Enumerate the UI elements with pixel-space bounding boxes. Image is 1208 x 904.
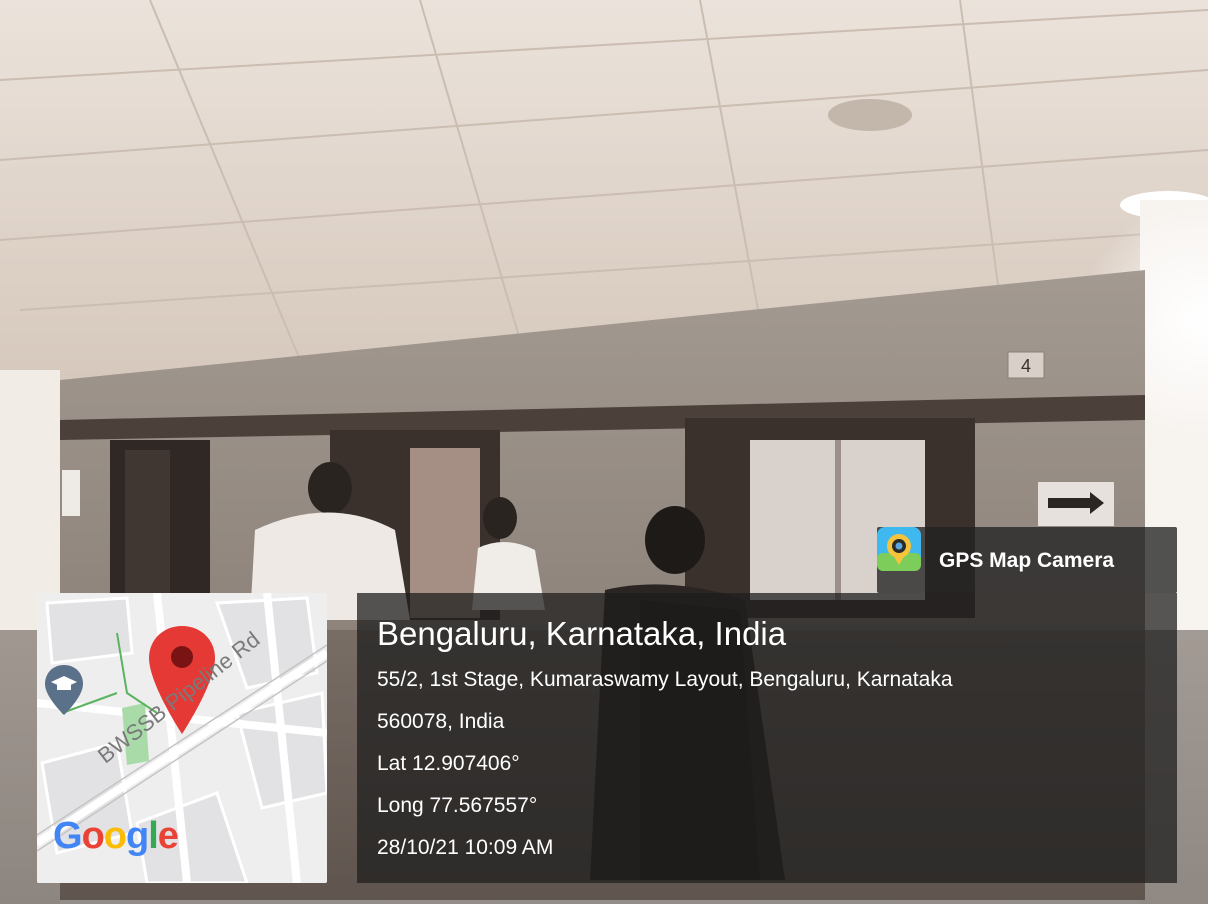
location-info-panel: Bengaluru, Karnataka, India 55/2, 1st St… — [357, 593, 1177, 883]
map-thumbnail: BWSSB Pipeline Rd Google — [37, 593, 327, 883]
logo-letter: e — [157, 815, 179, 857]
timestamp-text: 28/10/21 10:09 AM — [377, 836, 554, 859]
logo-letter: g — [126, 815, 149, 857]
longitude-text: Long 77.567557° — [377, 794, 538, 817]
logo-letter: o — [103, 815, 127, 857]
gps-app-badge: GPS Map Camera — [877, 527, 1177, 593]
photo-scene: 4 GPS Map Camera Bengaluru, Karnataka, I… — [0, 0, 1208, 904]
address-line-1: 55/2, 1st Stage, Kumaraswamy Layout, Ben… — [377, 668, 953, 691]
logo-letter: G — [53, 815, 83, 857]
logo-letter: o — [81, 815, 105, 857]
graduation-cap-icon — [45, 665, 83, 715]
camera-pin-icon — [877, 527, 921, 571]
address-line-2: 560078, India — [377, 710, 505, 733]
floor-number-sign: 4 — [1021, 356, 1031, 376]
logo-letter: l — [148, 815, 159, 857]
app-name: GPS Map Camera — [939, 549, 1115, 572]
latitude-text: Lat 12.907406° — [377, 752, 520, 775]
location-title: Bengaluru, Karnataka, India — [377, 615, 787, 652]
google-logo: Google — [53, 815, 179, 858]
